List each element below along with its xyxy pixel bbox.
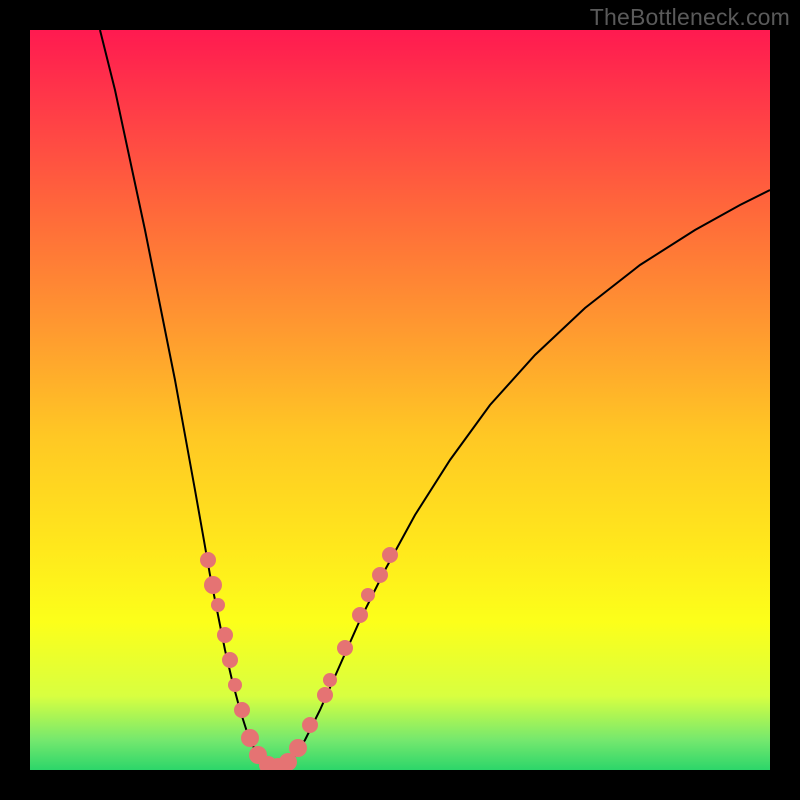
data-dot (289, 739, 307, 757)
data-dot (361, 588, 375, 602)
data-dot (352, 607, 368, 623)
data-dot (204, 576, 222, 594)
data-dot (317, 687, 333, 703)
data-dot (234, 702, 250, 718)
data-dot (323, 673, 337, 687)
data-dot (217, 627, 233, 643)
chart-svg (30, 30, 770, 770)
data-dot (211, 598, 225, 612)
data-dot (372, 567, 388, 583)
data-dot (241, 729, 259, 747)
data-dot (222, 652, 238, 668)
curve-right (274, 190, 770, 770)
data-dot (337, 640, 353, 656)
data-dots (200, 547, 398, 770)
plot-area (30, 30, 770, 770)
data-dot (302, 717, 318, 733)
data-dot (382, 547, 398, 563)
watermark-text: TheBottleneck.com (590, 4, 790, 31)
chart-frame: TheBottleneck.com (0, 0, 800, 800)
data-dot (200, 552, 216, 568)
data-dot (228, 678, 242, 692)
curve-left (100, 30, 274, 770)
